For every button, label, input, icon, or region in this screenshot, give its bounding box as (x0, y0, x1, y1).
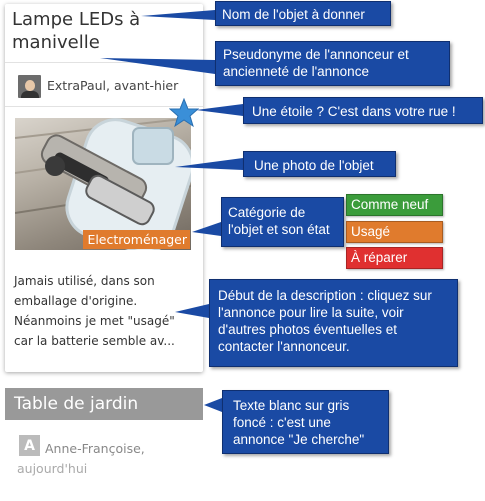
callout-description: Début de la description : cliquez sur l'… (209, 279, 458, 367)
callout-photo: Une photo de l'objet (243, 151, 396, 177)
callout-name: Nom de l'objet à donner (215, 1, 391, 26)
callout-author: Pseudonyme de l'annonceur et ancienneté … (215, 41, 450, 86)
callout-category: Catégorie de l'objet et son état (221, 197, 344, 247)
state-badge-like-new: Comme neuf (346, 194, 443, 216)
callout-star: Une étoile ? C'est dans votre rue ! (243, 97, 483, 124)
state-badge-to-repair: À réparer (346, 247, 443, 269)
callout-search: Texte blanc sur gris foncé : c'est une a… (222, 390, 389, 454)
state-badge-used: Usagé (346, 221, 443, 243)
